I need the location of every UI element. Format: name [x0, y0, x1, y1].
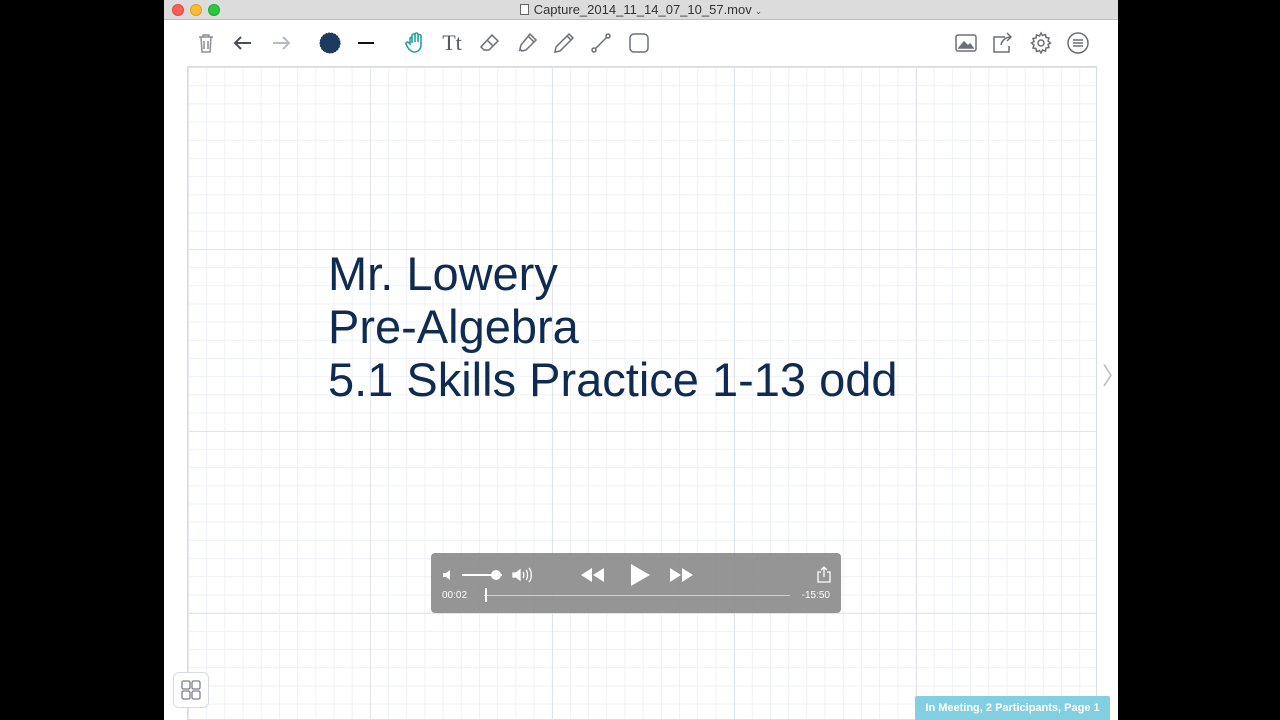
- hand-icon: [405, 32, 422, 53]
- insert-image-button[interactable]: [952, 29, 980, 57]
- volume-low-icon[interactable]: [442, 568, 456, 582]
- menu-button[interactable]: [1064, 29, 1092, 57]
- eraser-icon: [479, 33, 500, 51]
- share-button[interactable]: [989, 29, 1017, 57]
- whiteboard-canvas[interactable]: Mr. Lowery Pre-Algebra 5.1 Skills Practi…: [187, 66, 1097, 720]
- fast-forward-icon[interactable]: [669, 566, 695, 584]
- trash-icon: [199, 34, 213, 53]
- play-icon[interactable]: [627, 563, 651, 587]
- playhead[interactable]: [484, 588, 487, 602]
- pen-color-icon: [319, 32, 341, 54]
- hand-tool-button[interactable]: [401, 29, 429, 57]
- title-bar: Capture_2014_11_14_07_10_57.mov ⌄: [164, 0, 1118, 20]
- chevron-right-icon[interactable]: 〉: [1102, 356, 1118, 391]
- meeting-status-badge[interactable]: In Meeting, 2 Participants, Page 1: [915, 696, 1110, 720]
- document-icon: [519, 4, 529, 15]
- eraser-button[interactable]: [476, 29, 504, 57]
- shape-tool-button[interactable]: [625, 29, 653, 57]
- volume-high-icon[interactable]: [512, 567, 534, 583]
- window-title-text: Capture_2014_11_14_07_10_57.mov: [533, 2, 752, 17]
- teacher-name-line: Mr. Lowery: [328, 247, 558, 300]
- rewind-icon[interactable]: [579, 566, 605, 584]
- page-overview-button[interactable]: [173, 672, 209, 708]
- stroke-width-button[interactable]: [352, 29, 380, 57]
- text-tool-button[interactable]: Tt: [438, 29, 466, 57]
- share-icon[interactable]: [817, 566, 831, 583]
- course-line: Pre-Algebra: [328, 300, 579, 353]
- line-tool-button[interactable]: [587, 29, 615, 57]
- undo-button[interactable]: [229, 29, 257, 57]
- insert-image-icon: [955, 34, 977, 52]
- whiteboard-text: Mr. Lowery Pre-Algebra 5.1 Skills Practi…: [328, 247, 898, 406]
- volume-slider-knob[interactable]: [491, 570, 501, 580]
- app-window: Capture_2014_11_14_07_10_57.mov ⌄ Tt Mr.…: [164, 0, 1118, 720]
- media-controller: 00:02 -15:50: [431, 553, 841, 613]
- highlighter-icon: [518, 32, 538, 52]
- pencil-button[interactable]: [550, 29, 578, 57]
- remaining-time: -15:50: [801, 590, 830, 601]
- menu-icon: [1067, 32, 1089, 54]
- window-title[interactable]: Capture_2014_11_14_07_10_57.mov ⌄: [164, 2, 1118, 17]
- highlighter-button[interactable]: [513, 29, 541, 57]
- shape-icon: [629, 33, 649, 53]
- current-time: 00:02: [442, 590, 468, 601]
- line-icon: [591, 33, 611, 53]
- text-tool-icon: Tt: [442, 30, 462, 55]
- scrubber-track[interactable]: [484, 595, 790, 596]
- pencil-icon: [554, 32, 575, 53]
- chevron-down-icon: ⌄: [754, 6, 763, 16]
- grid-icon: [181, 680, 201, 700]
- settings-button[interactable]: [1027, 29, 1055, 57]
- trash-button[interactable]: [192, 29, 220, 57]
- share-icon: [993, 32, 1013, 53]
- pen-color-button[interactable]: [316, 29, 344, 57]
- settings-icon: [1030, 31, 1052, 55]
- assignment-line: 5.1 Skills Practice 1-13 odd: [328, 353, 898, 406]
- redo-icon: [273, 36, 291, 50]
- toolbar: Tt: [164, 20, 1118, 66]
- stroke-width-icon: [358, 42, 374, 44]
- redo-button[interactable]: [267, 29, 295, 57]
- undo-icon: [233, 36, 251, 50]
